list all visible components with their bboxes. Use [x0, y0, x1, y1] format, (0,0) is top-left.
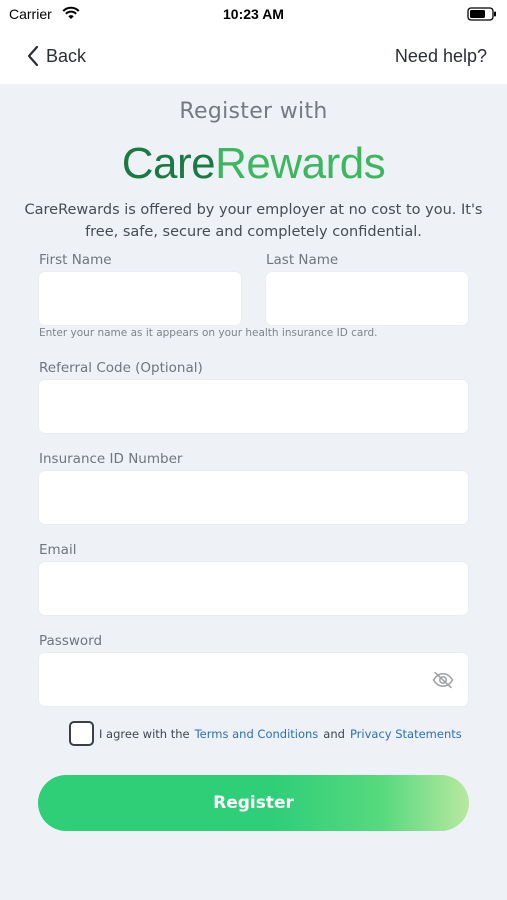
insurance-id-input[interactable] [39, 471, 468, 524]
referral-code-input[interactable] [39, 380, 468, 433]
carerewards-logo: CareRewards [0, 140, 507, 188]
agree-and-text: and [323, 726, 345, 741]
insurance-id-label: Insurance ID Number [39, 451, 183, 467]
status-time: 10:23 AM [223, 6, 284, 22]
privacy-link[interactable]: Privacy Statements [350, 727, 462, 741]
terms-agreement-row: I agree with the Terms and Conditions an… [69, 721, 462, 746]
terms-checkbox[interactable] [69, 721, 94, 746]
terms-link[interactable]: Terms and Conditions [195, 727, 319, 741]
password-input[interactable] [39, 653, 468, 706]
first-name-label: First Name [39, 252, 112, 268]
password-label: Password [39, 633, 103, 649]
back-label: Back [46, 45, 87, 66]
first-name-field-box [38, 271, 242, 326]
nav-bar: Back Need help? [0, 28, 507, 84]
referral-code-label: Referral Code (Optional) [39, 360, 203, 376]
email-label: Email [39, 542, 77, 558]
register-button[interactable]: Register [38, 775, 469, 831]
last-name-input[interactable] [266, 272, 468, 325]
battery-icon [467, 7, 496, 21]
referral-code-field-box [38, 379, 469, 434]
agree-prefix-text: I agree with the [99, 726, 190, 741]
status-bar: Carrier 10:23 AM [0, 0, 507, 28]
need-help-link[interactable]: Need help? [395, 46, 487, 67]
email-field-box [38, 561, 469, 616]
intro-text: CareRewards is offered by your employer … [24, 202, 483, 240]
logo-care-text: Care [121, 139, 216, 188]
email-input[interactable] [39, 562, 468, 615]
back-button[interactable]: Back [26, 42, 86, 70]
chevron-left-icon [27, 45, 39, 67]
logo-rewards-text: Rewards [215, 139, 386, 188]
name-hint: Enter your name as it appears on your he… [39, 327, 378, 339]
eye-off-icon[interactable] [432, 671, 454, 689]
insurance-id-field-box [38, 470, 469, 525]
page-title: Register with [179, 99, 328, 124]
last-name-field-box [265, 271, 469, 326]
first-name-input[interactable] [39, 272, 241, 325]
last-name-label: Last Name [266, 252, 339, 268]
password-field-box [38, 652, 469, 707]
